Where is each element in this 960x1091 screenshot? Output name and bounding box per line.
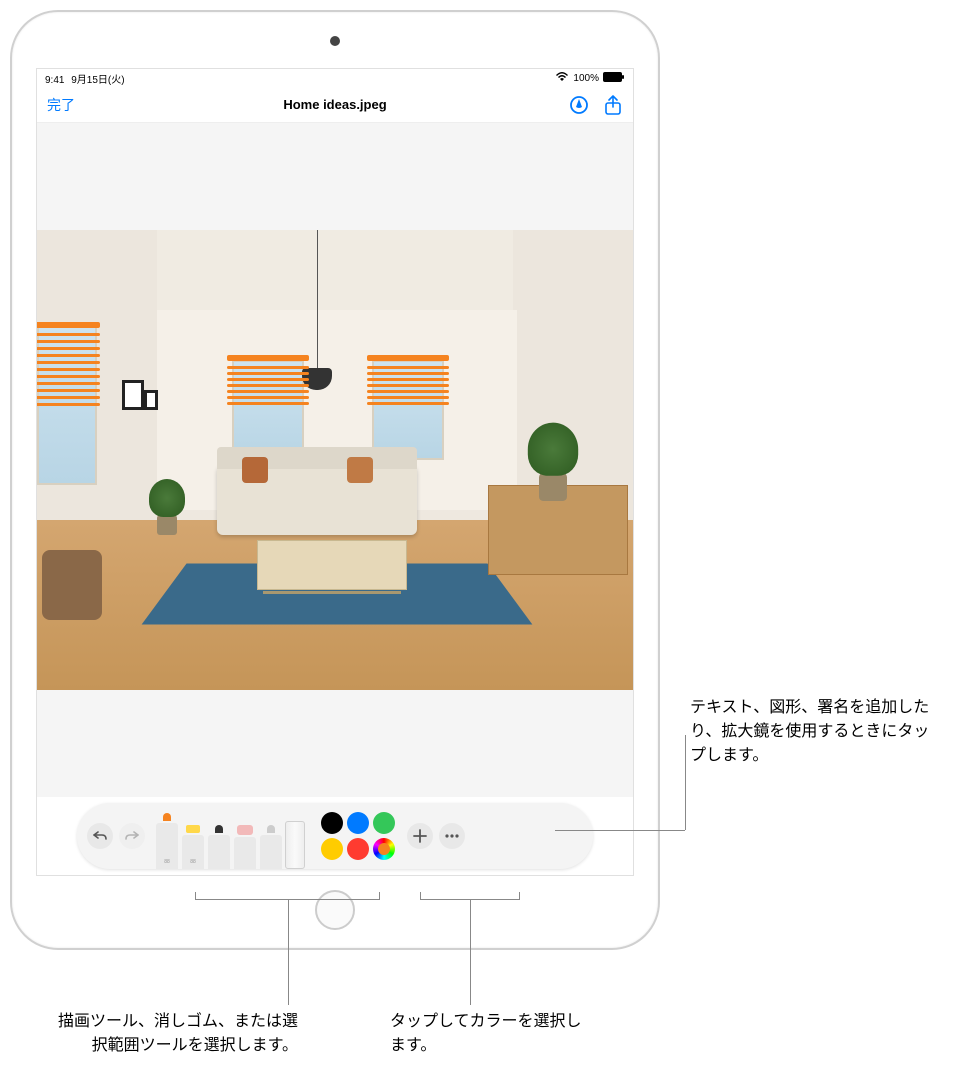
drawing-tools: 88 88 [151,803,309,869]
battery-icon [603,72,625,85]
add-button[interactable] [407,823,433,849]
share-icon[interactable] [603,95,623,115]
callout-lead [555,830,685,831]
callout-bracket [420,892,520,900]
image-canvas[interactable] [37,123,633,797]
callout-tools: 描画ツール、消しゴム、または選択範囲ツールを選択します。 [58,1010,298,1058]
ruler-tool[interactable] [285,821,305,869]
pen-tool[interactable]: 88 [155,813,179,869]
color-blue[interactable] [347,812,369,834]
photo [37,230,633,690]
more-button[interactable] [439,823,465,849]
color-red[interactable] [347,838,369,860]
redo-button[interactable] [119,823,145,849]
color-palette [321,812,395,860]
battery-percent: 100% [573,73,599,84]
markup-toolbar: 88 88 [37,797,633,875]
color-black[interactable] [321,812,343,834]
status-bar: 9:41 9月15日(火) 100% [37,69,633,87]
front-camera [330,36,340,46]
callout-lead [288,900,289,1005]
color-picker[interactable] [373,838,395,860]
markup-icon[interactable] [569,95,589,115]
status-time: 9:41 [45,75,64,86]
status-date: 9月15日(火) [71,75,124,86]
marker-tool[interactable]: 88 [181,825,205,869]
ipad-frame: 9:41 9月15日(火) 100% 完了 Home ideas.jpeg [10,10,660,950]
undo-button[interactable] [87,823,113,849]
color-green[interactable] [373,812,395,834]
screen: 9:41 9月15日(火) 100% 完了 Home ideas.jpeg [36,68,634,876]
callout-colors: タップしてカラーを選択します。 [390,1010,590,1058]
callout-add: テキスト、図形、署名を追加したり、拡大鏡を使用するときにタップします。 [690,696,945,768]
wifi-icon [555,72,569,85]
done-button[interactable]: 完了 [47,95,75,115]
lasso-tool[interactable] [259,825,283,869]
eraser-tool[interactable] [233,825,257,869]
callout-lead [470,900,471,1005]
callout-bracket [195,892,380,900]
pencil-tool[interactable] [207,825,231,869]
color-yellow[interactable] [321,838,343,860]
nav-bar: 完了 Home ideas.jpeg [37,87,633,123]
page-title: Home ideas.jpeg [283,97,386,112]
callout-lead [685,735,686,830]
